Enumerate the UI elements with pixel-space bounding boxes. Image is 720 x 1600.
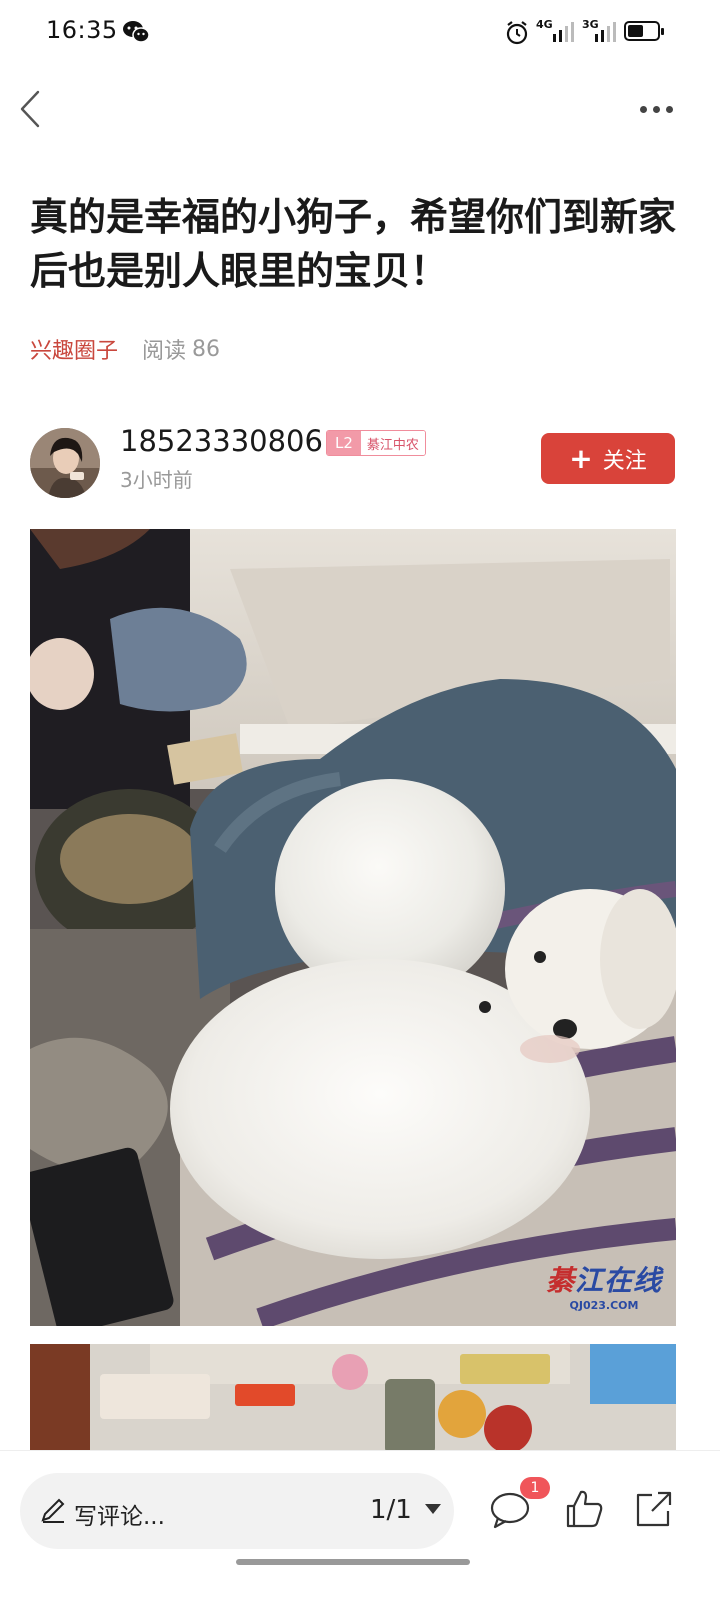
- post-title: 真的是幸福的小狗子，希望你们到新家后也是别人眼里的宝贝！: [30, 195, 677, 293]
- post-photo-second[interactable]: [30, 1344, 676, 1454]
- level-group: 綦江中农: [360, 431, 425, 455]
- share-icon[interactable]: [632, 1487, 676, 1531]
- comment-placeholder: 写评论...: [74, 1504, 165, 1530]
- comment-input[interactable]: 写评论... 1/1: [20, 1473, 454, 1549]
- watermark-url: QJ023.COM: [569, 1299, 639, 1312]
- battery-icon: [624, 21, 664, 41]
- watermark-blue: 江在线: [574, 1264, 662, 1297]
- thumbs-up-icon[interactable]: [562, 1487, 606, 1531]
- author-name[interactable]: 18523330806: [120, 424, 323, 458]
- post-meta: 兴趣圈子 阅读 86: [30, 333, 221, 365]
- battery-level: [628, 25, 643, 37]
- comment-count-badge: 1: [520, 1477, 550, 1499]
- chevron-left-icon[interactable]: [16, 88, 46, 130]
- alarm-icon: [506, 21, 528, 45]
- read-count: 86: [192, 336, 221, 362]
- home-indicator: [236, 1559, 470, 1565]
- post-time: 3小时前: [120, 468, 193, 492]
- level-badge: L2 綦江中农: [326, 430, 426, 456]
- bottom-bar: 写评论... 1/1 1: [0, 1450, 720, 1600]
- page-indicator[interactable]: 1/1: [370, 1495, 412, 1525]
- signal-3g-icon: 3G: [582, 18, 616, 44]
- follow-button[interactable]: + 关注: [541, 433, 675, 484]
- status-bar: 16:35 4G 3G: [0, 0, 720, 64]
- watermark-logo: 綦江在线 QJ023.COM: [546, 1259, 662, 1312]
- more-dots-icon[interactable]: [640, 102, 678, 116]
- caret-down-icon[interactable]: [424, 1503, 442, 1515]
- pencil-icon: [41, 1498, 65, 1523]
- follow-label: 关注: [602, 448, 647, 474]
- post-photo[interactable]: 綦江在线 QJ023.COM: [30, 529, 676, 1326]
- watermark-red: 綦: [545, 1264, 575, 1297]
- category-link[interactable]: 兴趣圈子: [30, 333, 118, 365]
- status-time: 16:35: [46, 16, 118, 44]
- network-4g-label: 4G: [536, 18, 553, 31]
- read-label: 阅读: [142, 339, 187, 364]
- plus-icon: +: [569, 441, 593, 475]
- signal-4g-icon: 4G: [536, 18, 574, 44]
- level-value: L2: [327, 431, 361, 455]
- wechat-icon: [123, 21, 150, 43]
- avatar[interactable]: [30, 428, 100, 498]
